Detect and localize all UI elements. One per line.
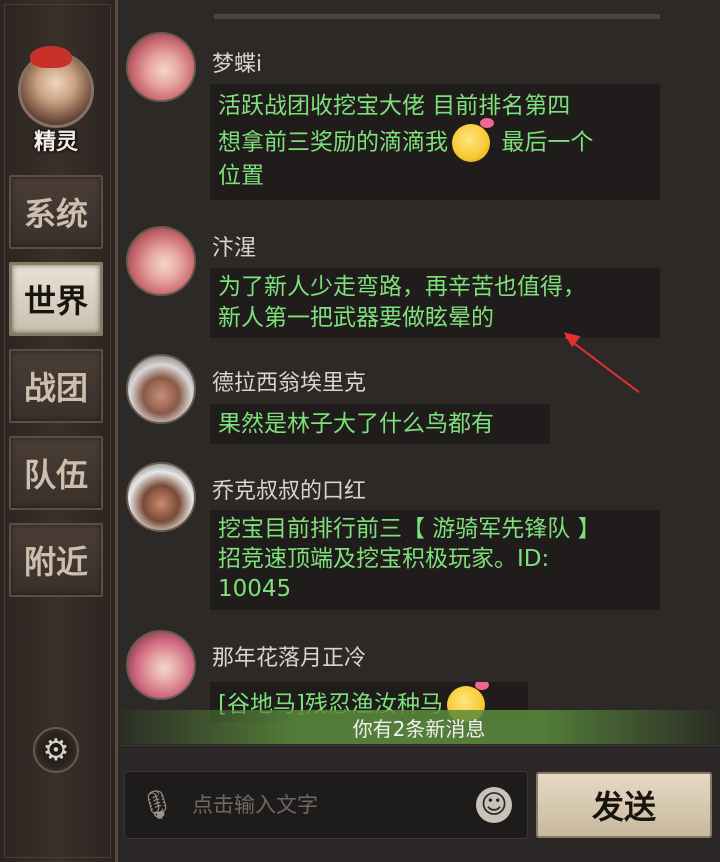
settings-button[interactable]: ⚙: [33, 727, 79, 773]
message-line: 招竞速顶端及挖宝积极玩家。ID:: [218, 546, 550, 572]
message-sender-name[interactable]: 梦蝶i: [212, 46, 262, 78]
message-avatar[interactable]: [126, 462, 196, 532]
message-bubble: 挖宝目前排行前三【 游骑军先锋队 】 招竞速顶端及挖宝积极玩家。ID: 1004…: [210, 510, 660, 610]
message-bubble: 果然是林子大了什么鸟都有: [210, 404, 550, 444]
message-line: 新人第一把武器要做眩晕的: [218, 305, 494, 331]
message-sender-name[interactable]: 德拉西翁埃里克: [212, 365, 366, 397]
tab-system[interactable]: 系统: [9, 175, 103, 249]
new-messages-banner[interactable]: 你有2条新消息: [118, 710, 720, 744]
avatar-bow-decoration: [30, 46, 72, 68]
message-avatar[interactable]: [126, 354, 196, 424]
message-sender-name[interactable]: 那年花落月正冷: [212, 640, 366, 672]
message-avatar[interactable]: [126, 226, 196, 296]
channel-sidebar: 精灵 系统 世界 战团 队伍 附近 ⚙: [0, 0, 118, 862]
chat-input[interactable]: [124, 771, 528, 839]
message-line: 为了新人少走弯路，再辛苦也值得，: [218, 274, 586, 300]
tab-nearby[interactable]: 附近: [9, 523, 103, 597]
message-sender-name[interactable]: 乔克叔叔的口红: [212, 473, 366, 505]
microphone-icon[interactable]: 🎙: [139, 786, 175, 822]
message-line: 挖宝目前排行前三【 游骑军先锋队 】: [218, 516, 601, 542]
gear-icon: ⚙: [42, 732, 70, 768]
message-avatar[interactable]: [126, 32, 196, 102]
shy-emoji-icon: [452, 118, 494, 162]
message-line: 想拿前三奖励的滴滴我 最后一个: [218, 118, 652, 162]
message-bubble: 活跃战团收挖宝大佬 目前排名第四 想拿前三奖励的滴滴我 最后一个 位置: [210, 84, 660, 200]
send-button[interactable]: 发送: [536, 772, 712, 838]
message-line: 果然是林子大了什么鸟都有: [218, 411, 494, 437]
message-line: 位置: [218, 163, 264, 189]
message-sender-name[interactable]: 汴湦: [212, 230, 256, 262]
avatar-label: 精灵: [33, 130, 78, 155]
message-line: 10045: [218, 576, 292, 602]
tab-guild[interactable]: 战团: [9, 349, 103, 423]
message-line: 活跃战团收挖宝大佬 目前排名第四: [218, 93, 571, 119]
message-avatar[interactable]: [126, 630, 196, 700]
previous-message-edge: [214, 14, 660, 19]
smiley-icon[interactable]: ☺: [476, 787, 512, 823]
tab-world[interactable]: 世界: [9, 262, 103, 336]
chat-input-placeholder[interactable]: 点击输入文字: [192, 789, 318, 819]
message-bubble: 为了新人少走弯路，再辛苦也值得， 新人第一把武器要做眩晕的: [210, 268, 660, 338]
tab-team[interactable]: 队伍: [9, 436, 103, 510]
